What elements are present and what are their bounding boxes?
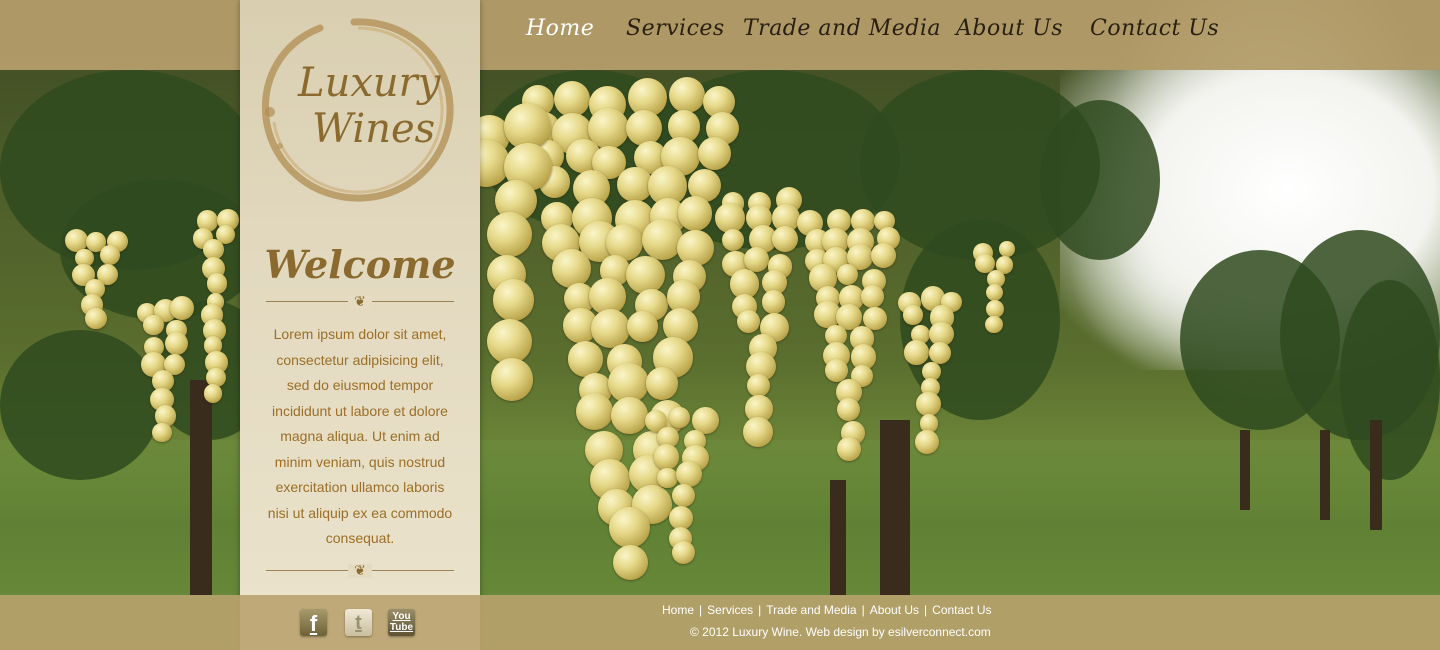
grape: [668, 77, 705, 114]
grape: [608, 506, 650, 548]
grape: [206, 273, 228, 294]
grape: [591, 308, 631, 348]
nav-trade-and-media[interactable]: Trade and Media: [743, 16, 941, 41]
ornament-icon: ❦: [348, 295, 372, 309]
footer-link-home[interactable]: Home: [662, 603, 694, 617]
grape: [715, 203, 745, 233]
vine-trunk: [1370, 420, 1382, 530]
footer-separator: |: [924, 603, 928, 617]
grape: [761, 289, 786, 314]
vine-trunk: [880, 420, 910, 595]
grape: [721, 228, 744, 252]
grape: [837, 263, 859, 285]
ornament-divider-bottom: ❦: [266, 564, 454, 578]
footer-link-services[interactable]: Services: [707, 603, 753, 617]
logo-text-luxury: Luxury: [298, 60, 441, 106]
footer-link-about-us[interactable]: About Us: [870, 603, 919, 617]
leaf: [1040, 100, 1160, 260]
leaf: [1340, 280, 1440, 480]
vine-trunk: [1240, 430, 1250, 510]
grape: [492, 279, 535, 321]
vine-trunk: [190, 380, 212, 595]
nav-contact-us[interactable]: Contact Us: [1090, 16, 1219, 41]
grape: [746, 374, 770, 398]
grape: [152, 423, 172, 443]
grape: [490, 358, 534, 401]
grape: [837, 398, 861, 422]
youtube-glyph-you: You: [392, 611, 411, 622]
grape: [743, 417, 773, 447]
grape: [678, 196, 713, 231]
grape: [929, 341, 951, 364]
luxury-wines-logo[interactable]: Luxury Wines: [258, 14, 454, 204]
grape: [736, 309, 761, 334]
grape: [486, 212, 532, 258]
grape: [697, 137, 731, 171]
ornament-icon: ❦: [348, 564, 372, 578]
welcome-text: Lorem ipsum dolor sit amet, consectetur …: [267, 326, 453, 546]
youtube-icon[interactable]: You Tube: [388, 609, 415, 636]
grape: [627, 311, 658, 343]
grape: [657, 467, 678, 489]
grape: [675, 461, 702, 488]
grape: [871, 243, 897, 269]
grape: [915, 429, 940, 454]
grape: [203, 384, 223, 403]
grape: [611, 397, 648, 434]
nav-home[interactable]: Home: [526, 16, 594, 41]
twitter-glyph: t: [355, 612, 362, 634]
grape: [613, 545, 648, 580]
sidebar-panel: Luxury Wines Welcome ❦ Lorem ipsum dolor…: [240, 0, 480, 650]
grape: [916, 391, 942, 417]
footer-separator: |: [861, 603, 865, 617]
grape: [641, 218, 683, 261]
copyright-text: © 2012 Luxury Wine. Web design by esilve…: [690, 625, 991, 639]
main-nav: Home Services Trade and Media About Us C…: [480, 0, 1440, 70]
youtube-glyph-tube: Tube: [389, 622, 414, 633]
footer-nav: Home | Services | Trade and Media | About Us | C…: [662, 603, 992, 617]
vineyard-background-image: [0, 0, 1440, 650]
grape: [552, 249, 592, 289]
footer-link-contact-us[interactable]: Contact Us: [932, 603, 991, 617]
grape: [669, 407, 690, 428]
grape: [653, 444, 680, 470]
grape: [576, 393, 614, 431]
footer-separator: |: [699, 603, 703, 617]
grape: [626, 255, 665, 295]
facebook-icon[interactable]: f: [300, 609, 327, 636]
leaf: [0, 330, 160, 480]
ornament-divider-top: ❦: [266, 295, 454, 309]
twitter-icon[interactable]: t: [345, 609, 372, 636]
grape: [904, 340, 929, 365]
grape: [999, 241, 1015, 257]
nav-about-us[interactable]: About Us: [956, 16, 1063, 41]
footer-separator: |: [758, 603, 762, 617]
welcome-heading: Welcome: [264, 242, 456, 287]
vine-trunk: [1320, 430, 1330, 520]
logo-text-wines: Wines: [312, 106, 436, 152]
footer: f t You Tube Home | Services | Trade and Medi…: [0, 595, 1440, 650]
nav-services[interactable]: Services: [626, 16, 725, 41]
grape: [85, 308, 107, 330]
grape: [567, 341, 603, 377]
grape: [903, 305, 923, 325]
grape: [645, 367, 679, 400]
footer-link-trade-and-media[interactable]: Trade and Media: [766, 603, 856, 617]
facebook-glyph: f: [309, 611, 318, 636]
grape: [985, 315, 1003, 334]
grape: [860, 284, 884, 308]
social-bar: f t You Tube: [240, 595, 480, 650]
grape: [671, 540, 695, 564]
vine-trunk: [830, 480, 846, 595]
